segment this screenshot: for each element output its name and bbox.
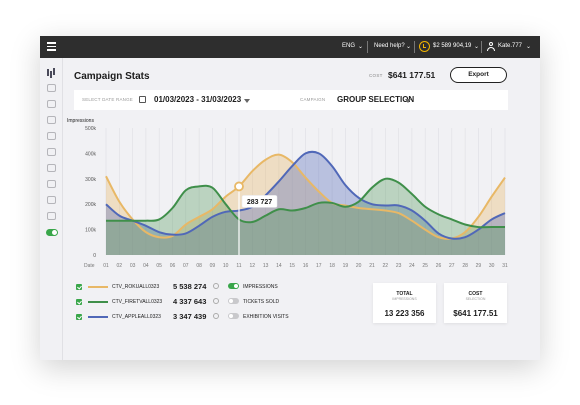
series-name: CTV_FIRETVALL0323 (112, 299, 163, 305)
x-tick-label: 04 (143, 263, 149, 269)
metric-toggle[interactable] (228, 298, 239, 304)
series-checkbox[interactable] (76, 299, 82, 305)
series-total: 3 347 439 (173, 312, 207, 321)
metric-label: EXHIBITION VISITS (243, 314, 289, 320)
cost-selection-card: COST SELECTION $641 177.51 (444, 283, 507, 323)
x-tick-label: 08 (196, 263, 202, 269)
legend-row: CTV_ROKUALL0323 5 538 274 IMPRESSIONS (76, 282, 336, 292)
x-tick-label: 12 (250, 263, 256, 269)
x-tick-label: 16 (303, 263, 309, 269)
info-icon[interactable] (213, 283, 219, 289)
x-tick-label: 22 (383, 263, 389, 269)
series-checkbox[interactable] (76, 284, 82, 290)
x-tick-label: 23 (396, 263, 402, 269)
x-tick-label: 06 (170, 263, 176, 269)
x-tick-label: 07 (183, 263, 189, 269)
x-tick-label: 09 (210, 263, 216, 269)
x-tick-label: 18 (329, 263, 335, 269)
card-subtitle: SELECTION (465, 297, 486, 301)
y-tick-label: 200k (85, 202, 96, 208)
y-tick-label: 300k (85, 177, 96, 183)
x-tick-label: 10 (223, 263, 229, 269)
x-tick-label: 28 (462, 263, 468, 269)
x-tick-label: 13 (263, 263, 269, 269)
series-checkbox[interactable] (76, 314, 82, 320)
y-tick-label: 400k (85, 151, 96, 157)
info-icon[interactable] (213, 313, 219, 319)
x-tick-label: 31 (502, 263, 508, 269)
series-total: 4 337 643 (173, 297, 207, 306)
series-swatch (88, 301, 108, 303)
x-tick-label: 21 (369, 263, 375, 269)
card-subtitle: IMPRESSIONS (392, 297, 417, 301)
total-impressions-card: TOTAL IMPRESSIONS 13 223 356 (373, 283, 436, 323)
x-tick-label: 29 (476, 263, 482, 269)
y-tick-label: 0 (93, 253, 96, 259)
tooltip-point (234, 181, 244, 192)
info-icon[interactable] (213, 298, 219, 304)
metric-toggle[interactable] (228, 283, 239, 289)
y-tick-label: 100k (85, 228, 96, 234)
card-value: $641 177.51 (453, 309, 498, 318)
x-tick-label: 05 (156, 263, 162, 269)
x-tick-label: 26 (436, 263, 442, 269)
legend-row: CTV_FIRETVALL0323 4 337 643 TICKETS SOLD (76, 297, 336, 307)
x-tick-label: 24 (409, 263, 415, 269)
x-tick-label: 02 (117, 263, 123, 269)
x-tick-label: 01 (103, 263, 109, 269)
metric-label: TICKETS SOLD (243, 299, 280, 305)
series-total: 5 538 274 (173, 282, 207, 291)
metric-label: IMPRESSIONS (243, 284, 278, 290)
series-name: CTV_APPLEALL0323 (112, 314, 161, 320)
x-tick-label: 27 (449, 263, 455, 269)
app-window: ENG ⌄ Need help? ⌄ $2 589 904,19 ⌄ Kate.… (40, 36, 540, 360)
tooltip-value: 283 727 (247, 199, 272, 206)
series-swatch (88, 316, 108, 318)
x-tick-label: 11 (236, 263, 241, 269)
legend-row: CTV_APPLEALL0323 3 347 439 EXHIBITION VI… (76, 312, 336, 322)
x-tick-label: 17 (316, 263, 322, 269)
x-tick-label: 19 (343, 263, 349, 269)
y-tick-label: 500k (85, 126, 96, 132)
x-tick-label: 14 (276, 263, 282, 269)
x-tick-label: 03 (130, 263, 136, 269)
x-tick-label: 25 (422, 263, 428, 269)
card-value: 13 223 356 (384, 309, 425, 318)
x-tick-label: 15 (289, 263, 295, 269)
series-swatch (88, 286, 108, 288)
x-axis-prefix: Date (84, 263, 95, 269)
x-tick-label: 30 (489, 263, 495, 269)
x-tick-label: 20 (356, 263, 362, 269)
series-name: CTV_ROKUALL0323 (112, 284, 160, 290)
metric-toggle[interactable] (228, 313, 239, 319)
